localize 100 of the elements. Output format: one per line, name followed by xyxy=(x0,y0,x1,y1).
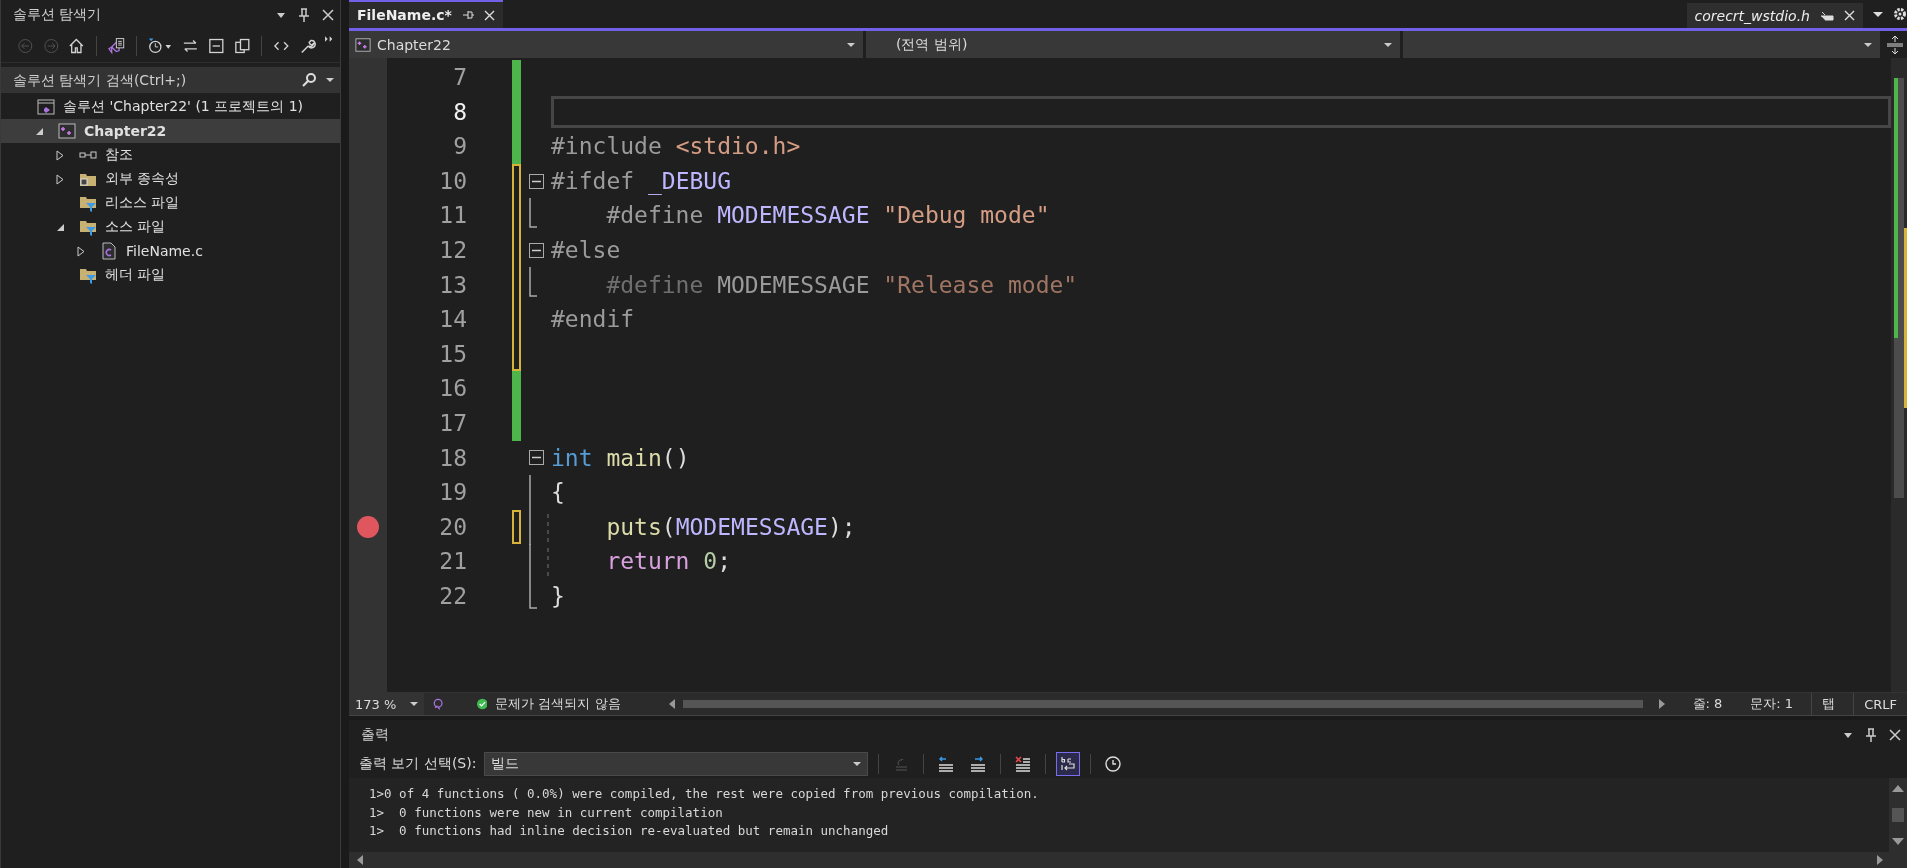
code-line: #ifdef _DEBUG xyxy=(551,166,733,197)
dropdown-icon[interactable] xyxy=(326,77,334,83)
code-line: #else xyxy=(551,235,622,265)
search-field[interactable]: 솔루션 탐색기 검색(Ctrl+;) xyxy=(1,67,340,93)
collapsed-icon[interactable] xyxy=(77,245,85,257)
panel-title: 솔루션 탐색기 xyxy=(13,6,102,24)
file-tab[interactable]: FileName.c* xyxy=(349,0,503,28)
code-line: } xyxy=(551,581,566,611)
line-ending-indicator[interactable]: CRLF xyxy=(1853,693,1907,715)
horizontal-scrollbar[interactable] xyxy=(668,699,1665,709)
line-number: 10 xyxy=(438,166,467,196)
copy-icon[interactable] xyxy=(233,37,251,55)
tree-item[interactable]: 헤더 파일 xyxy=(1,263,340,287)
close-icon[interactable] xyxy=(1844,10,1855,21)
line-number: 19 xyxy=(438,478,467,508)
code-line: #define MODEMESSAGE "Debug mode" xyxy=(605,201,1051,231)
close-icon[interactable] xyxy=(1889,729,1901,741)
tab-label: corecrt_wstdio.h xyxy=(1694,7,1810,24)
clock-icon[interactable] xyxy=(147,37,174,55)
line-number: 12 xyxy=(438,235,467,265)
line-number: 18 xyxy=(438,443,467,473)
code-line: int main() xyxy=(551,443,691,473)
line-number: 7 xyxy=(452,63,467,92)
issues-status[interactable]: 문제가 검색되지 않음 xyxy=(495,695,621,713)
scroll-right-icon[interactable] xyxy=(1658,699,1665,709)
scroll-left-icon[interactable] xyxy=(357,855,363,865)
pin-icon[interactable] xyxy=(1865,728,1877,742)
collapse-icon[interactable] xyxy=(529,242,544,258)
close-icon[interactable] xyxy=(483,9,495,21)
code-line: #include <stdio.h> xyxy=(551,132,802,162)
tree-item[interactable]: 솔루션 'Chapter22' (1 프로젝트의 1) xyxy=(1,95,340,119)
scrollbar-thumb[interactable] xyxy=(682,700,1643,708)
check-icon xyxy=(476,697,488,711)
dropdown-icon[interactable] xyxy=(1873,10,1883,18)
scroll-down-icon[interactable] xyxy=(1892,838,1904,846)
dropdown-icon xyxy=(1864,41,1872,48)
tree-item[interactable]: 리소스 파일 xyxy=(1,191,340,215)
breakpoint-icon[interactable] xyxy=(357,516,379,538)
code-line: return 0; xyxy=(605,547,733,577)
keep-open-icon[interactable] xyxy=(1820,9,1834,22)
split-icon[interactable] xyxy=(1887,35,1903,54)
dropdown-icon xyxy=(1384,41,1392,48)
vertical-scrollbar[interactable] xyxy=(1891,58,1907,692)
line-number: 11 xyxy=(438,201,467,231)
code-line: #endif xyxy=(551,305,636,335)
pin-icon[interactable] xyxy=(298,8,310,22)
output-source-label: 출력 보기 선택(S): xyxy=(359,755,477,773)
collapsed-icon[interactable] xyxy=(56,173,64,185)
tree-item[interactable]: 참조 xyxy=(1,143,340,167)
close-icon[interactable] xyxy=(322,9,334,21)
output-source-dropdown[interactable]: 빌드 xyxy=(484,752,869,776)
tree-item[interactable]: 외부 종속성 xyxy=(1,167,340,191)
scroll-up-icon[interactable] xyxy=(1892,784,1904,792)
zoom-dropdown[interactable]: 173 % xyxy=(349,693,425,715)
sync-icon[interactable] xyxy=(182,37,200,55)
tree-item[interactable]: 소스 파일 xyxy=(1,215,340,239)
home-icon[interactable] xyxy=(68,37,85,55)
expanded-icon[interactable] xyxy=(34,126,44,136)
collapse-icon[interactable] xyxy=(529,173,544,189)
line-number: 20 xyxy=(438,512,467,542)
line-number: 9 xyxy=(452,132,467,162)
dropdown-icon xyxy=(853,761,862,767)
scope-dropdown[interactable]: (전역 범위) xyxy=(866,31,1400,58)
search-icon xyxy=(302,73,318,87)
file-tab[interactable]: corecrt_wstdio.h xyxy=(1686,3,1863,28)
word-wrap-icon[interactable] xyxy=(1056,752,1081,776)
line-number: 15 xyxy=(438,339,467,369)
project-dropdown[interactable]: Chapter22 xyxy=(349,31,863,58)
line-number: 14 xyxy=(438,305,467,335)
overflow-icon[interactable] xyxy=(324,36,332,42)
output-line: 1> 0 functions were new in current compilation xyxy=(369,804,724,822)
collapse-icon[interactable] xyxy=(208,37,225,55)
panel-title: 출력 xyxy=(361,726,389,744)
line-number: 13 xyxy=(438,270,467,300)
line-number: 16 xyxy=(438,374,467,404)
line-indicator[interactable]: 줄: 8 xyxy=(1692,695,1723,713)
collapsed-icon[interactable] xyxy=(56,149,64,161)
dropdown-icon xyxy=(847,41,855,48)
expanded-icon[interactable] xyxy=(55,222,65,232)
selected-tree-item[interactable]: Chapter22 xyxy=(1,119,340,143)
scroll-right-icon[interactable] xyxy=(1877,855,1883,865)
line-number: 21 xyxy=(438,547,467,577)
tree-item[interactable]: FileName.c xyxy=(1,239,340,263)
scrollbar-thumb[interactable] xyxy=(1892,808,1904,822)
scroll-left-icon[interactable] xyxy=(668,699,675,709)
horizontal-scrollbar[interactable] xyxy=(349,852,1907,868)
output-line: 1>0 of 4 functions ( 0.0%) were compiled, the rest were copied from previous compilation. xyxy=(369,786,1040,803)
line-number: 8 xyxy=(452,97,467,127)
dropdown-icon[interactable] xyxy=(276,10,286,20)
dropdown-icon[interactable] xyxy=(1843,730,1853,740)
tab-label: FileName.c* xyxy=(357,7,452,23)
switch-views-icon[interactable] xyxy=(107,37,125,55)
code-line: #define MODEMESSAGE "Release mode" xyxy=(605,270,1079,300)
dropdown-icon xyxy=(410,701,419,707)
column-indicator[interactable]: 문자: 1 xyxy=(1750,695,1794,713)
indent-indicator[interactable]: 탭 xyxy=(1811,693,1846,715)
vertical-scrollbar[interactable] xyxy=(1889,778,1907,852)
collapse-icon[interactable] xyxy=(529,450,544,466)
pin-icon[interactable] xyxy=(461,9,474,21)
settings-icon[interactable] xyxy=(1893,7,1907,21)
